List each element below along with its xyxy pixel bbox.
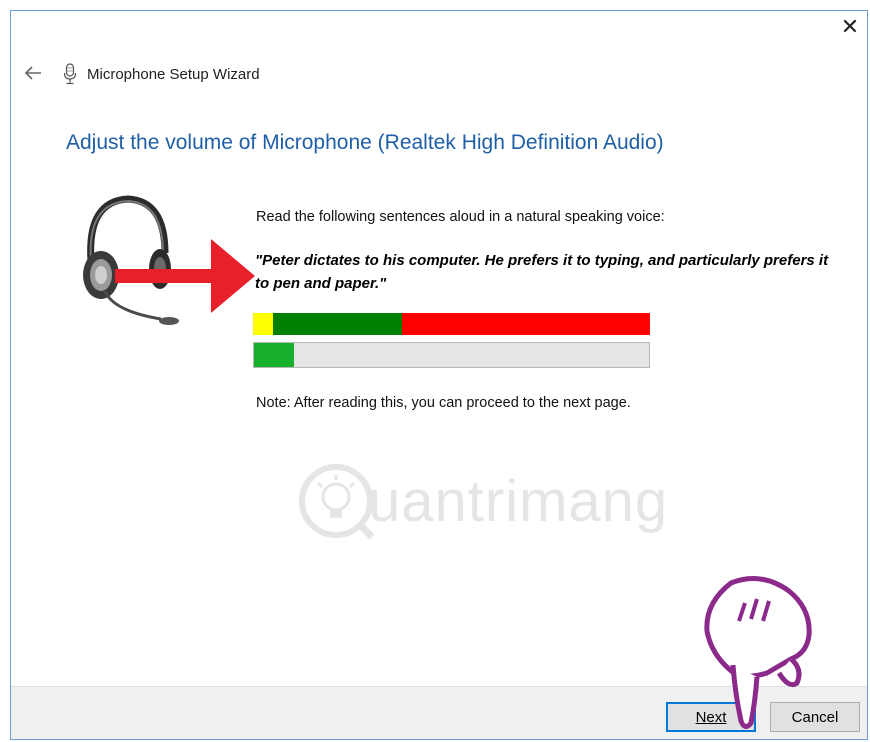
watermark-text: uantrimang [368, 468, 669, 534]
watermark: uantrimang [296, 451, 686, 551]
microphone-icon [63, 63, 77, 85]
back-arrow-icon[interactable] [24, 66, 42, 80]
close-button[interactable]: ✕ [833, 11, 867, 43]
meter-segment-low [253, 313, 273, 335]
close-icon[interactable]: ✕ [841, 14, 859, 40]
meter-segment-good [272, 313, 402, 335]
sample-sentence: "Peter dictates to his computer. He pref… [255, 252, 829, 292]
input-level-bar [253, 342, 650, 368]
window-title-bar: Microphone Setup Wizard [63, 63, 260, 85]
lightbulb-logo-icon [299, 464, 375, 540]
window-title: Microphone Setup Wizard [87, 65, 260, 83]
pointing-hand-icon [704, 576, 812, 729]
volume-meter [253, 313, 650, 335]
meter-segment-loud [401, 313, 650, 335]
instruction-text: Read the following sentences aloud in a … [256, 209, 665, 225]
wizard-window: ✕ Microphone Setup Wizard Adjust the vol… [10, 10, 868, 740]
red-arrow-icon [115, 239, 255, 313]
back-button[interactable] [21, 61, 45, 85]
input-level-fill [254, 343, 294, 367]
note-text: Note: After reading this, you can procee… [256, 395, 631, 411]
page-heading: Adjust the volume of Microphone (Realtek… [66, 131, 664, 154]
